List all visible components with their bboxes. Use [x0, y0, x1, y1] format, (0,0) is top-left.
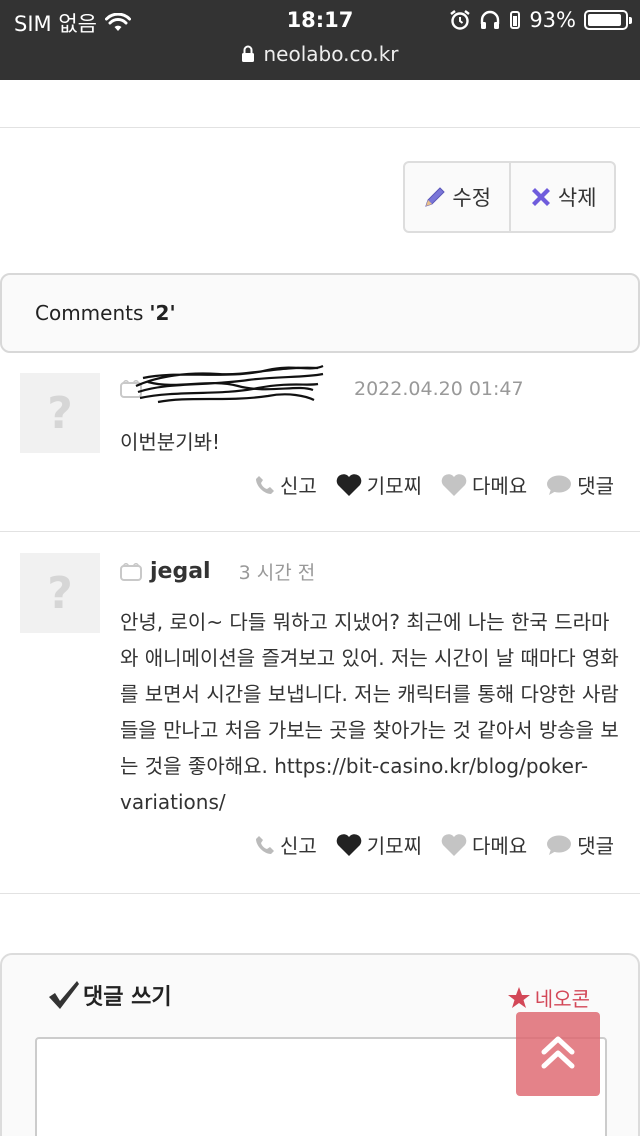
divider	[0, 531, 640, 532]
neocon-button[interactable]: 네오콘	[507, 983, 590, 1012]
lock-icon	[242, 45, 255, 62]
redacted-scribble	[135, 364, 324, 404]
reply-button[interactable]: 댓글	[545, 470, 614, 499]
star-icon	[507, 986, 530, 1008]
like-label: 기모찌	[366, 474, 422, 498]
comment-date: 3 시간 전	[238, 562, 316, 584]
avatar-placeholder: ?	[47, 387, 73, 439]
report-button[interactable]: 신고	[254, 470, 317, 499]
comment-body: 안녕, 로이~ 다들 뭐하고 지냈어? 최근에 나는 한국 드라마와 애니메이션…	[120, 610, 619, 814]
edit-label: 수정	[452, 186, 492, 210]
like-button[interactable]: 기모찌	[335, 470, 422, 499]
write-comment-title: 댓글 쓰기	[47, 979, 172, 1011]
comments-header: Comments '2'	[0, 273, 640, 353]
comments-label: Comments	[35, 301, 144, 325]
avatar-placeholder: ?	[47, 567, 73, 619]
post-action-buttons: 수정 삭제	[403, 161, 616, 233]
divider	[0, 893, 640, 894]
like-button[interactable]: 기모찌	[335, 830, 422, 859]
battery-icon	[584, 10, 632, 30]
divider	[0, 127, 640, 128]
headphones-icon	[481, 10, 500, 29]
avatar[interactable]: ?	[20, 553, 100, 633]
delete-button[interactable]: 삭제	[508, 163, 615, 231]
avatar[interactable]: ?	[20, 373, 100, 453]
address-bar[interactable]: neolabo.co.kr	[0, 42, 640, 66]
comments-count: '2'	[149, 301, 176, 325]
reply-label: 댓글	[577, 834, 614, 858]
pencil-icon	[425, 187, 446, 207]
comment-actions: 신고 기모찌 다메요 댓글	[254, 830, 614, 859]
dislike-label: 다메요	[471, 474, 528, 498]
comment-meta: jegal 3 시간 전	[120, 558, 315, 585]
dislike-button[interactable]: 다메요	[440, 470, 527, 499]
status-indicators: 93%	[449, 8, 632, 32]
scroll-to-top-button[interactable]	[516, 1012, 600, 1096]
like-label: 기모찌	[366, 834, 422, 858]
battery-percent: 93%	[529, 8, 576, 32]
neocon-label: 네오콘	[534, 987, 590, 1011]
heart-gray-icon	[441, 833, 467, 856]
checkmark-icon	[49, 981, 79, 1009]
double-chevron-up-icon	[541, 1036, 575, 1069]
heart-filled-icon	[336, 833, 362, 856]
speech-bubble-icon	[547, 835, 572, 855]
comment-actions: 신고 기모찌 다메요 댓글	[254, 470, 614, 499]
battery-small-icon	[510, 11, 521, 29]
phone-icon	[255, 475, 274, 494]
comment-body: 이번분기봐!	[120, 430, 221, 454]
reply-label: 댓글	[577, 474, 614, 498]
dislike-button[interactable]: 다메요	[440, 830, 527, 859]
comment-date: 2022.04.20 01:47	[354, 378, 524, 400]
heart-filled-icon	[336, 473, 362, 496]
comment-author[interactable]: jegal	[150, 559, 211, 584]
dislike-label: 다메요	[471, 834, 528, 858]
report-label: 신고	[279, 474, 317, 498]
speech-bubble-icon	[547, 475, 572, 495]
heart-gray-icon	[441, 473, 467, 496]
edit-button[interactable]: 수정	[405, 163, 509, 231]
member-icon	[120, 562, 142, 581]
phone-icon	[255, 835, 274, 854]
delete-label: 삭제	[557, 186, 597, 210]
report-button[interactable]: 신고	[254, 830, 317, 859]
report-label: 신고	[279, 834, 317, 858]
alarm-icon	[450, 10, 471, 30]
delete-x-icon	[531, 188, 550, 206]
url-text: neolabo.co.kr	[263, 42, 399, 66]
reply-button[interactable]: 댓글	[545, 830, 614, 859]
write-comment-label: 댓글 쓰기	[83, 985, 172, 1010]
status-bar: SIM 없음 18:17 93% neolabo.co.kr	[0, 0, 640, 80]
